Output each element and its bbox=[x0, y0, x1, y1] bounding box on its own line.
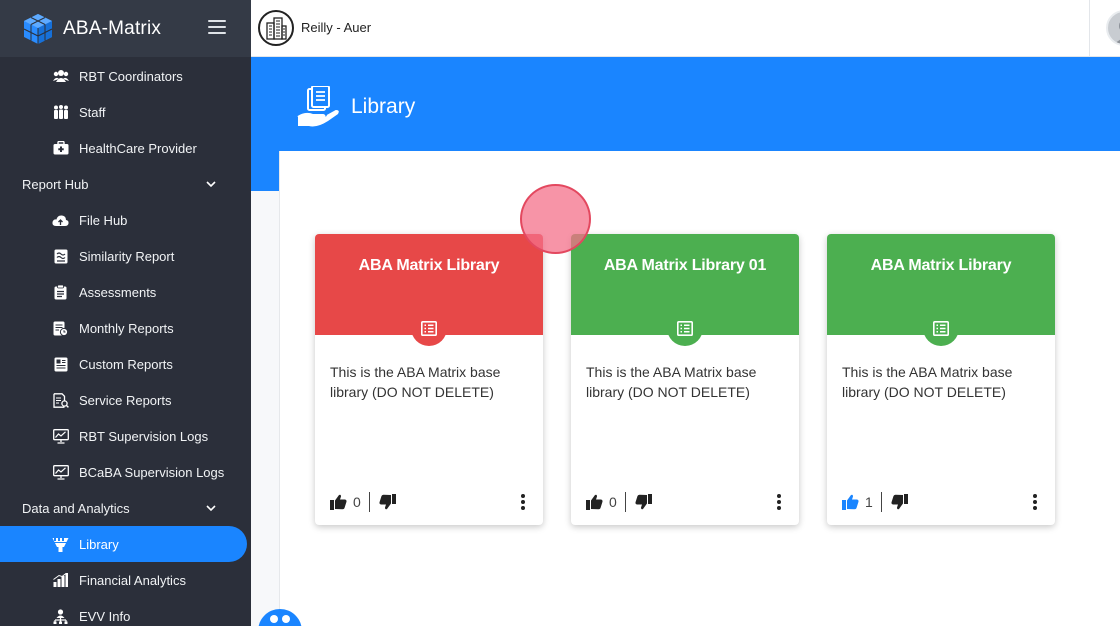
sidebar-item-bcaba-supervision-logs[interactable]: BCaBA Supervision Logs bbox=[0, 454, 251, 490]
card-badge bbox=[923, 310, 959, 346]
sidebar-section-label: Report Hub bbox=[22, 176, 89, 192]
sidebar-item-label: Assessments bbox=[79, 284, 157, 300]
list-document-icon bbox=[421, 320, 437, 336]
sidebar-item-label: Library bbox=[79, 536, 119, 552]
sidebar-item-custom-reports[interactable]: Custom Reports bbox=[0, 346, 251, 382]
like-count: 0 bbox=[609, 494, 617, 510]
card-footer: 0 bbox=[330, 491, 530, 513]
staff-icon bbox=[52, 104, 69, 121]
sidebar-item-label: BCaBA Supervision Logs bbox=[79, 464, 225, 480]
accessibility-button[interactable] bbox=[258, 609, 302, 626]
library-card[interactable]: ABA Matrix Library This is the ABA Matri… bbox=[315, 234, 543, 525]
card-header: ABA Matrix Library bbox=[827, 234, 1055, 346]
sidebar-item-label: Similarity Report bbox=[79, 248, 175, 264]
library-card[interactable]: ABA Matrix Library 01 This is the ABA Ma… bbox=[571, 234, 799, 525]
click-indicator bbox=[520, 184, 591, 254]
list-document-icon bbox=[933, 320, 949, 336]
sidebar-item-library[interactable]: Library bbox=[0, 526, 247, 562]
sidebar-item-assessments[interactable]: Assessments bbox=[0, 274, 251, 310]
thumbs-down-icon[interactable] bbox=[379, 493, 397, 511]
network-icon bbox=[52, 608, 69, 625]
more-options-icon[interactable] bbox=[516, 492, 530, 512]
sidebar-item-healthcare-provider[interactable]: HealthCare Provider bbox=[0, 130, 251, 166]
clipboard-icon bbox=[52, 284, 69, 301]
like-count: 0 bbox=[353, 494, 361, 510]
sidebar-section-data-and-analytics[interactable]: Data and Analytics bbox=[0, 490, 251, 526]
list-document-icon bbox=[677, 320, 693, 336]
sidebar-item-label: Staff bbox=[79, 104, 106, 120]
like-count: 1 bbox=[865, 494, 873, 510]
monitor-chart-icon bbox=[52, 464, 69, 481]
sidebar-nav: RBT Coordinators Staff HealthCare Provid… bbox=[0, 58, 251, 626]
sidebar-section-report-hub[interactable]: Report Hub bbox=[0, 166, 251, 202]
card-footer: 1 bbox=[842, 491, 1042, 513]
card-header: ABA Matrix Library 01 bbox=[571, 234, 799, 346]
thumbs-up-icon[interactable] bbox=[842, 493, 860, 511]
app-name: ABA-Matrix bbox=[63, 17, 162, 39]
user-avatar[interactable] bbox=[1106, 10, 1120, 46]
monitor-chart-icon bbox=[52, 428, 69, 445]
library-card[interactable]: ABA Matrix Library This is the ABA Matri… bbox=[827, 234, 1055, 525]
calendar-report-icon bbox=[52, 320, 69, 337]
thumbs-down-icon[interactable] bbox=[635, 493, 653, 511]
wave-report-icon bbox=[52, 248, 69, 265]
sidebar-item-service-reports[interactable]: Service Reports bbox=[0, 382, 251, 418]
sidebar-item-label: HealthCare Provider bbox=[79, 140, 197, 156]
card-badge bbox=[411, 310, 447, 346]
sidebar-item-rbt-supervision-logs[interactable]: RBT Supervision Logs bbox=[0, 418, 251, 454]
thumbs-up-icon[interactable] bbox=[330, 493, 348, 511]
chevron-down-icon bbox=[206, 505, 216, 512]
chevron-down-icon bbox=[206, 181, 216, 188]
sidebar-item-label: RBT Supervision Logs bbox=[79, 428, 209, 444]
card-footer: 0 bbox=[586, 491, 786, 513]
sidebar-item-label: Service Reports bbox=[79, 392, 172, 408]
top-bar: Reilly - Auer bbox=[251, 0, 1120, 57]
organization-avatar-icon[interactable] bbox=[258, 10, 294, 46]
sidebar-item-evv-info[interactable]: EVV Info bbox=[0, 598, 251, 626]
sidebar-item-staff[interactable]: Staff bbox=[0, 94, 251, 130]
cube-logo-icon bbox=[23, 13, 53, 44]
content-gutter bbox=[251, 191, 279, 626]
bar-chart-icon bbox=[52, 572, 69, 589]
sidebar-item-similarity-report[interactable]: Similarity Report bbox=[0, 238, 251, 274]
sidebar-item-financial-analytics[interactable]: Financial Analytics bbox=[0, 562, 251, 598]
thumbs-down-icon[interactable] bbox=[891, 493, 909, 511]
document-icon bbox=[52, 356, 69, 373]
sidebar-item-label: Financial Analytics bbox=[79, 572, 186, 588]
sidebar-item-label: Custom Reports bbox=[79, 356, 173, 372]
user-icon bbox=[1114, 22, 1120, 44]
sidebar-item-monthly-reports[interactable]: Monthly Reports bbox=[0, 310, 251, 346]
sidebar-item-label: RBT Coordinators bbox=[79, 68, 183, 84]
hamburger-menu-icon[interactable] bbox=[208, 20, 226, 36]
vote-divider bbox=[368, 492, 370, 512]
page-title: Library bbox=[351, 95, 416, 118]
library-icon bbox=[52, 536, 69, 553]
sidebar-item-label: File Hub bbox=[79, 212, 128, 228]
medical-kit-icon bbox=[52, 140, 69, 157]
card-badge bbox=[667, 310, 703, 346]
topbar-divider bbox=[1089, 0, 1090, 57]
vote-divider bbox=[880, 492, 882, 512]
cloud-icon bbox=[52, 212, 69, 229]
sidebar-item-file-hub[interactable]: File Hub bbox=[0, 202, 251, 238]
organization-name[interactable]: Reilly - Auer bbox=[301, 20, 371, 35]
sidebar-item-label: EVV Info bbox=[79, 608, 131, 624]
users-icon bbox=[52, 68, 69, 85]
more-options-icon[interactable] bbox=[1028, 492, 1042, 512]
card-header: ABA Matrix Library bbox=[315, 234, 543, 346]
sidebar-item-rbt-coordinators[interactable]: RBT Coordinators bbox=[0, 58, 251, 94]
more-options-icon[interactable] bbox=[772, 492, 786, 512]
search-document-icon bbox=[52, 392, 69, 409]
sidebar-item-label: Monthly Reports bbox=[79, 320, 174, 336]
vote-divider bbox=[624, 492, 626, 512]
thumbs-up-icon[interactable] bbox=[586, 493, 604, 511]
sidebar: ABA-Matrix RBT Coordinators Staff Health… bbox=[0, 0, 251, 626]
sidebar-section-label: Data and Analytics bbox=[22, 500, 130, 516]
accessibility-icon bbox=[270, 615, 290, 623]
library-document-hand-icon bbox=[297, 86, 339, 127]
